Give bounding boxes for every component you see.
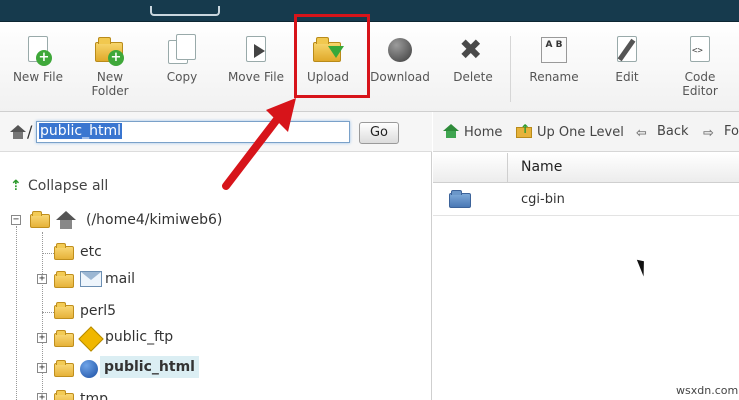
copy-button[interactable]: Copy bbox=[144, 34, 220, 84]
code-editor-label: Code Editor bbox=[682, 70, 718, 98]
home-icon[interactable] bbox=[10, 125, 26, 139]
tree-line bbox=[16, 226, 17, 400]
folder-icon bbox=[54, 330, 74, 347]
copy-label: Copy bbox=[166, 70, 198, 84]
tree-branch bbox=[42, 253, 54, 254]
tree-item-perl5[interactable]: perl5 bbox=[80, 300, 116, 322]
file-table-header: Name bbox=[433, 153, 739, 183]
nav-home-label: Home bbox=[464, 125, 503, 140]
expand-toggle[interactable]: + bbox=[37, 363, 47, 373]
download-button[interactable]: Download bbox=[362, 34, 438, 84]
rename-icon: A B bbox=[538, 34, 570, 66]
watermark: wsxdn.com bbox=[676, 384, 739, 397]
go-button[interactable]: Go bbox=[359, 122, 399, 144]
column-divider bbox=[507, 153, 508, 183]
forward-arrow-icon: ⇨ bbox=[703, 126, 714, 141]
toolbar-separator bbox=[510, 36, 511, 102]
folder-icon bbox=[54, 390, 74, 400]
path-bar: / public_html Go bbox=[0, 112, 432, 152]
folder-icon bbox=[54, 302, 74, 319]
move-file-icon bbox=[240, 34, 272, 66]
code-editor-button[interactable]: <> Code Editor bbox=[662, 34, 738, 98]
expand-toggle[interactable]: + bbox=[37, 333, 47, 343]
file-name[interactable]: cgi-bin bbox=[521, 192, 565, 207]
red-annotation-arrow bbox=[222, 98, 296, 190]
tree-line bbox=[42, 232, 43, 400]
download-label: Download bbox=[370, 70, 430, 84]
move-file-button[interactable]: Move File bbox=[218, 34, 294, 84]
delete-icon: ✖ bbox=[459, 33, 483, 66]
path-input-value: public_html bbox=[39, 123, 123, 139]
edit-label: Edit bbox=[615, 70, 639, 84]
folder-icon bbox=[54, 271, 74, 288]
copy-icon bbox=[166, 34, 198, 66]
new-file-icon: + bbox=[22, 34, 54, 66]
download-icon bbox=[384, 34, 416, 66]
web-globe-icon bbox=[80, 360, 98, 378]
tree-item-public-html[interactable]: public_html bbox=[100, 356, 199, 378]
navigation-bar: Home ↑ Up One Level ⇦ Back ⇨ Fo bbox=[433, 112, 739, 152]
directory-tree-panel: / public_html Go ⇡ Collapse all − (/home4… bbox=[0, 112, 432, 400]
rename-button[interactable]: A B Rename bbox=[516, 34, 592, 84]
new-folder-icon: + bbox=[94, 34, 126, 66]
nav-forward-button[interactable]: ⇨ Fo bbox=[703, 124, 739, 141]
mail-icon bbox=[80, 271, 102, 287]
up-level-icon: ↑ bbox=[516, 122, 532, 138]
tree-item-public-ftp[interactable]: public_ftp bbox=[105, 326, 173, 348]
nav-up-label: Up One Level bbox=[537, 125, 624, 140]
file-list-panel: Home ↑ Up One Level ⇦ Back ⇨ Fo Name cgi-bi… bbox=[433, 112, 739, 400]
delete-button[interactable]: ✖ Delete bbox=[435, 33, 511, 85]
home-icon bbox=[443, 124, 459, 138]
table-row[interactable]: cgi-bin bbox=[433, 184, 739, 216]
nav-home-button[interactable]: Home bbox=[443, 124, 502, 140]
back-arrow-icon: ⇦ bbox=[636, 126, 647, 141]
rename-label: Rename bbox=[529, 70, 579, 84]
collapse-all-link[interactable]: ⇡ Collapse all bbox=[10, 178, 108, 194]
nav-back-label: Back bbox=[657, 124, 689, 139]
folder-icon bbox=[449, 190, 471, 208]
edit-button[interactable]: Edit bbox=[589, 34, 665, 84]
nav-back-button[interactable]: ⇦ Back bbox=[636, 124, 689, 141]
expand-toggle[interactable]: + bbox=[37, 393, 47, 400]
new-file-button[interactable]: + New File bbox=[0, 34, 76, 84]
collapse-all-label: Collapse all bbox=[28, 178, 109, 194]
folder-icon bbox=[54, 243, 74, 260]
ftp-icon bbox=[78, 326, 104, 352]
nav-forward-label: Fo bbox=[724, 124, 739, 139]
new-file-label: New File bbox=[12, 70, 64, 84]
code-editor-icon: <> bbox=[684, 34, 716, 66]
delete-label: Delete bbox=[453, 70, 493, 84]
expand-toggle[interactable]: + bbox=[37, 274, 47, 284]
root-collapse-toggle[interactable]: − bbox=[11, 215, 21, 225]
move-file-label: Move File bbox=[227, 70, 285, 84]
new-folder-label: New Folder bbox=[91, 70, 129, 98]
path-root-slash: / bbox=[27, 122, 33, 141]
brand-logo-fragment bbox=[150, 6, 220, 16]
home-directory-icon bbox=[56, 211, 76, 229]
tree-item-mail[interactable]: mail bbox=[105, 268, 135, 290]
upload-highlight-box bbox=[294, 14, 370, 98]
tree-item-etc[interactable]: etc bbox=[80, 241, 102, 263]
column-header-name[interactable]: Name bbox=[521, 159, 562, 175]
folder-icon bbox=[30, 211, 50, 228]
folder-icon bbox=[54, 360, 74, 377]
nav-up-one-level-button[interactable]: ↑ Up One Level bbox=[516, 122, 624, 140]
collapse-all-icon: ⇡ bbox=[10, 178, 22, 194]
edit-icon bbox=[611, 34, 643, 66]
tree-item-tmp[interactable]: tmp bbox=[80, 388, 108, 400]
new-folder-button[interactable]: + New Folder bbox=[72, 34, 148, 98]
tree-root[interactable]: (/home4/kimiweb6) bbox=[86, 209, 222, 231]
tree-branch bbox=[42, 312, 54, 313]
